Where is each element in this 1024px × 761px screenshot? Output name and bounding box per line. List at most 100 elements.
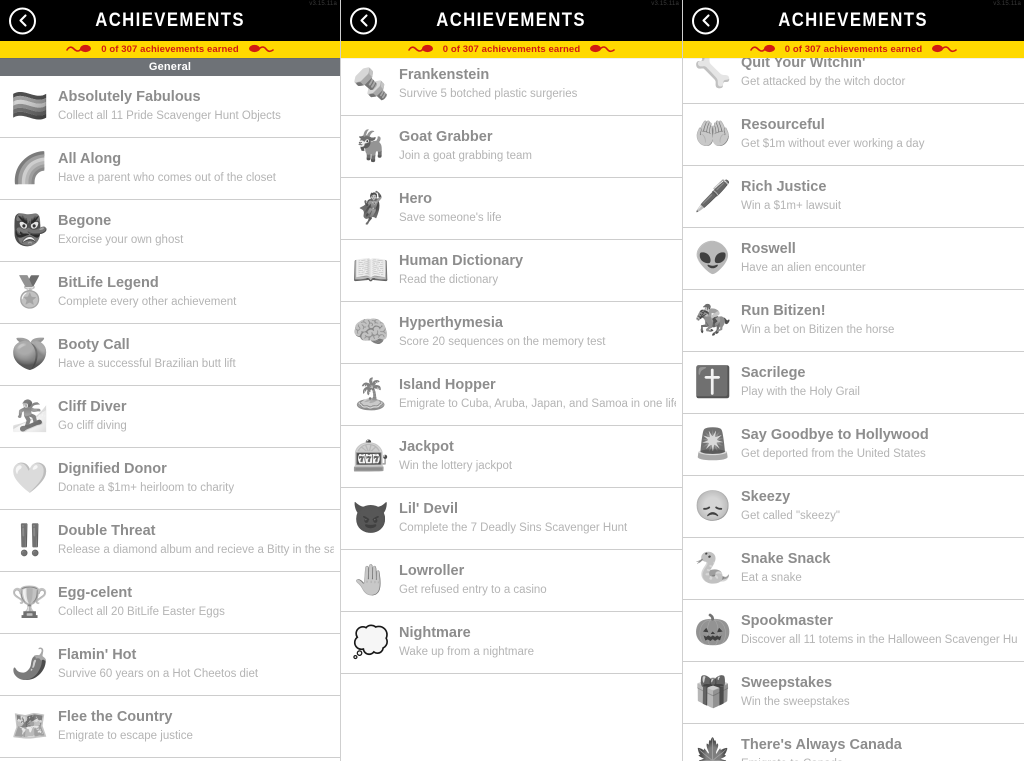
achievement-row[interactable]: 🏅 BitLife Legend Complete every other achi… [0,262,340,324]
achievement-text: Nightmare Wake up from a nightmare [393,625,676,660]
progress-label: 0 of 307 achievements earned [101,44,239,55]
achievement-description: Get called "skeezy" [741,509,840,522]
goat-icon: 🐐 [352,129,390,163]
achievement-description: Have a parent who comes out of the close… [58,171,276,184]
back-button[interactable] [692,7,719,34]
achievement-row[interactable]: 🎰 Jackpot Win the lottery jackpot [341,426,682,488]
achievement-description: Win a bet on Bitizen the horse [741,323,895,336]
achievement-text: Human Dictionary Read the dictionary [393,253,676,288]
achievement-description: Discover all 11 totems in the Halloween … [741,633,1018,646]
achievement-row[interactable]: 🐍 Snake Snack Eat a snake [683,538,1024,600]
chevron-left-icon [17,14,29,28]
achievement-title: Booty Call [58,337,130,354]
open-book-icon: 📖 [352,253,390,287]
achievement-row[interactable]: 🔩 Frankenstein Survive 5 botched plastic s… [341,58,682,116]
screenshot-panel-left: ACHIEVEMENTS v3.15.11a 0 of 307 achievem… [0,0,340,761]
achievement-list-viewport-right[interactable]: 🦴 Quit Your Witchin' Get attacked by the w… [683,58,1024,761]
raised-hand-icon: 🤚 [352,563,390,597]
achievement-row[interactable]: 💭 Nightmare Wake up from a nightmare [341,612,682,674]
achievement-row[interactable]: 🚨 Say Goodbye to Hollywood Get deported fr… [683,414,1024,476]
jack-o-lantern-icon: 🎃 [694,613,732,647]
achievement-text: Rich Justice Win a $1m+ lawsuit [735,179,1018,214]
achievement-row[interactable]: 🧠 Hyperthymesia Score 20 sequences on the … [341,302,682,364]
achievement-text: Sweepstakes Win the sweepstakes [735,675,1018,710]
achievement-title: Cliff Diver [58,399,127,416]
achievement-description: Emigrate to Canada [741,757,1018,761]
achievement-row[interactable]: 🤍 Dignified Donor Donate a $1m+ heirloom t… [0,448,340,510]
achievement-title: Double Threat [58,523,156,540]
achievement-row[interactable]: 📖 Human Dictionary Read the dictionary [341,240,682,302]
achievement-row[interactable]: 🌶️ Flamin' Hot Survive 60 years on a Hot C… [0,634,340,696]
rainbow-icon: 🌈 [11,151,49,185]
thought-balloon-icon: 💭 [352,625,390,659]
achievement-row[interactable]: 🏳️‍🌈 Absolutely Fabulous Collect all 11 Pr… [0,76,340,138]
banner-ornament-right-icon [589,41,616,59]
achievement-row[interactable]: ✝️ Sacrilege Play with the Holy Grail [683,352,1024,414]
achievement-row[interactable]: 🤲 Resourceful Get $1m without ever working… [683,104,1024,166]
achievement-description: Exorcise your own ghost [58,233,184,246]
achievement-row[interactable]: 🤚 Lowroller Get refused entry to a casino [341,550,682,612]
open-hands-icon: 🤲 [694,117,732,151]
achievement-text: Quit Your Witchin' Get attacked by the wi… [735,58,1018,90]
achievement-text: Booty Call Have a successful Brazilian bu… [52,337,334,372]
version-label: v3.15.11a [651,1,679,7]
achievement-row[interactable]: 🏂 Cliff Diver Go cliff diving [0,386,340,448]
achievement-text: There's Always Canada Emigrate to Canada [735,737,1018,761]
achievement-description: Read the dictionary [399,273,499,286]
screenshot-panel-right: ACHIEVEMENTS v3.15.11a 0 of 307 achievem… [683,0,1024,761]
achievement-description: Emigrate to Cuba, Aruba, Japan, and Samo… [399,397,676,410]
achievement-row[interactable]: 🏆 Egg-celent Collect all 20 BitLife Easter… [0,572,340,634]
page-title: ACHIEVEMENTS [436,9,587,31]
achievement-row[interactable]: 😞 Skeezy Get called "skeezy" [683,476,1024,538]
achievement-text: Jackpot Win the lottery jackpot [393,439,676,474]
achievement-title: Sacrilege [741,365,806,382]
achievement-title: Frankenstein [399,67,490,84]
achievement-row[interactable]: ‼️ Double Threat Release a diamond album a… [0,510,340,572]
achievement-row[interactable]: 🐐 Goat Grabber Join a goat grabbing team [341,116,682,178]
achievement-list-viewport-middle[interactable]: 🔩 Frankenstein Survive 5 botched plastic s… [341,58,682,761]
achievement-row[interactable]: 🎁 Sweepstakes Win the sweepstakes [683,662,1024,724]
achievement-text: Snake Snack Eat a snake [735,551,1018,586]
achievement-text: Lil' Devil Complete the 7 Deadly Sins Sca… [393,501,676,536]
nav-header: ACHIEVEMENTS v3.15.11a [683,0,1024,41]
achievement-text: Flee the Country Emigrate to escape justi… [52,709,334,744]
achievement-title: Jackpot [399,439,454,456]
achievement-description: Win a $1m+ lawsuit [741,199,842,212]
achievement-row[interactable]: 😈 Lil' Devil Complete the 7 Deadly Sins Sc… [341,488,682,550]
achievement-row[interactable]: 🎃 Spookmaster Discover all 11 totems in th… [683,600,1024,662]
achievement-title: Human Dictionary [399,253,524,270]
achievement-title: Flee the Country [58,709,173,726]
alien-icon: 👽 [694,241,732,275]
achievement-row[interactable]: 🍑 Booty Call Have a successful Brazilian b… [0,324,340,386]
achievement-description: Emigrate to escape justice [58,729,193,742]
chevron-left-icon [700,14,712,28]
back-button[interactable] [9,7,36,34]
achievement-row[interactable]: 🏇 Run Bitizen! Win a bet on Bitizen the ho… [683,290,1024,352]
achievement-row[interactable]: 🖊️ Rich Justice Win a $1m+ lawsuit [683,166,1024,228]
back-button[interactable] [350,7,377,34]
achievement-row[interactable]: 🗺️ Flee the Country Emigrate to escape jus… [0,696,340,758]
progress-label: 0 of 307 achievements earned [442,44,581,55]
achievement-description: Have a successful Brazilian butt lift [58,357,236,370]
achievement-title: Begone [58,213,112,230]
section-header-label: General [148,61,192,73]
cliff-diver-icon: 🏂 [11,399,49,433]
achievement-row[interactable]: 🦸 Hero Save someone's life [341,178,682,240]
map-icon: 🗺️ [11,709,49,743]
achievement-text: Frankenstein Survive 5 botched plastic su… [393,67,676,102]
achievement-row[interactable]: 🏝️ Island Hopper Emigrate to Cuba, Aruba, … [341,364,682,426]
achievement-text: Say Goodbye to Hollywood Get deported fro… [735,427,1018,462]
achievement-list-middle: 🔩 Frankenstein Survive 5 botched plastic s… [341,58,682,674]
achievement-text: Run Bitizen! Win a bet on Bitizen the hor… [735,303,1018,338]
achievement-row[interactable]: 🦴 Quit Your Witchin' Get attacked by the w… [683,58,1024,104]
achievement-row[interactable]: 🌈 All Along Have a parent who comes out of… [0,138,340,200]
version-label: v3.15.11a [309,1,337,7]
achievement-row[interactable]: 👺 Begone Exorcise your own ghost [0,200,340,262]
achievement-list-viewport-left[interactable]: 🏳️‍🌈 Absolutely Fabulous Collect all 11 Pr… [0,76,340,761]
achievement-row[interactable]: 🍁 There's Always Canada Emigrate to Canada [683,724,1024,761]
gift-icon: 🎁 [694,675,732,709]
slot-machine-icon: 🎰 [352,439,390,473]
achievement-description: Collect all 20 BitLife Easter Eggs [58,605,225,618]
achievement-row[interactable]: 👽 Roswell Have an alien encounter [683,228,1024,290]
achievement-description: Collect all 11 Pride Scavenger Hunt Obje… [58,109,281,122]
